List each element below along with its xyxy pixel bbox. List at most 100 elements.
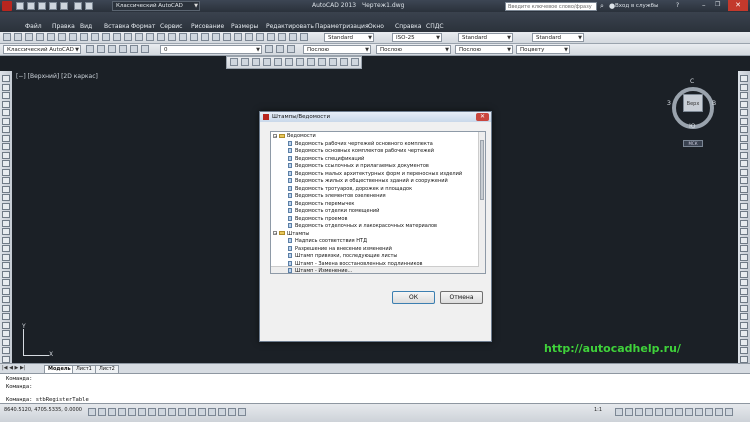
scroll-thumb[interactable] bbox=[480, 140, 484, 200]
standard-tool-icon-14[interactable] bbox=[157, 33, 165, 41]
spds-tool-icon-10[interactable] bbox=[340, 58, 348, 66]
menu-item-5[interactable]: Сервис bbox=[160, 23, 182, 30]
lineweight-combo[interactable]: Послою ▼ bbox=[455, 45, 513, 54]
tree-item[interactable]: Штамп - Изменение... bbox=[288, 268, 352, 273]
standard-tool-icon-13[interactable] bbox=[146, 33, 154, 41]
tree-item[interactable]: Ведомость спецификаций bbox=[288, 155, 364, 163]
status-toggle-icon-0[interactable] bbox=[88, 408, 96, 416]
standard-tool-icon-23[interactable] bbox=[256, 33, 264, 41]
signin-label[interactable]: Вход в службы bbox=[615, 3, 658, 9]
draw-tool-icon-26[interactable] bbox=[2, 296, 10, 303]
modify-tool-icon-3[interactable] bbox=[740, 100, 748, 108]
modify-tool-icon-27[interactable] bbox=[740, 304, 748, 312]
viewport-label[interactable]: [−] [Верхний] [2D каркас] bbox=[16, 73, 98, 80]
draw-tool-icon-20[interactable] bbox=[2, 245, 10, 252]
status-right-icon-4[interactable] bbox=[655, 408, 663, 416]
draw-tool-icon-25[interactable] bbox=[2, 287, 10, 295]
draw-tool-icon-15[interactable] bbox=[2, 202, 10, 210]
draw-tool-icon-13[interactable] bbox=[2, 185, 10, 193]
menu-item-0[interactable]: Файл bbox=[25, 23, 42, 30]
annotation-scale[interactable]: 1:1 bbox=[594, 407, 602, 413]
standard-tool-icon-2[interactable] bbox=[25, 33, 33, 41]
layer-tool-icon-5[interactable] bbox=[141, 45, 149, 53]
layer-extra-tool-icon-1[interactable] bbox=[276, 45, 284, 53]
draw-tool-icon-10[interactable] bbox=[2, 160, 10, 167]
draw-tool-icon-3[interactable] bbox=[2, 100, 10, 108]
spds-tool-icon-4[interactable] bbox=[274, 58, 282, 66]
modify-tool-icon-7[interactable] bbox=[740, 134, 748, 142]
autocad-logo[interactable] bbox=[2, 1, 12, 11]
workspace-combo[interactable]: Классический AutoCAD ▼ bbox=[3, 45, 81, 54]
standard-tool-icon-5[interactable] bbox=[58, 33, 66, 41]
tree-item[interactable]: Надпись соответствия НТД bbox=[288, 238, 367, 245]
standard-tool-icon-27[interactable] bbox=[300, 33, 308, 41]
status-right-icon-8[interactable] bbox=[695, 408, 703, 416]
workspace-switcher[interactable]: Классический AutoCAD ▼ bbox=[112, 1, 200, 11]
draw-tool-icon-14[interactable] bbox=[2, 194, 10, 201]
viewcube-face[interactable]: Верх bbox=[683, 94, 703, 112]
minimize-icon[interactable]: – bbox=[702, 1, 706, 9]
standard-tool-icon-17[interactable] bbox=[190, 33, 198, 41]
spds-tool-icon-11[interactable] bbox=[351, 58, 359, 66]
modify-tool-icon-13[interactable] bbox=[740, 185, 748, 193]
stamps-tree[interactable]: − Ведомости Ведомость рабочих чертежей осн… bbox=[270, 131, 486, 274]
modify-tool-icon-5[interactable] bbox=[740, 117, 748, 125]
spds-tool-icon-2[interactable] bbox=[252, 58, 260, 66]
layer-combo[interactable]: 0 ▼ bbox=[160, 45, 262, 54]
draw-tool-icon-32[interactable] bbox=[2, 347, 10, 354]
open-icon[interactable] bbox=[27, 2, 35, 10]
modify-tool-icon-16[interactable] bbox=[740, 211, 748, 218]
standard-tool-icon-6[interactable] bbox=[69, 33, 77, 41]
modify-tool-icon-23[interactable] bbox=[740, 270, 748, 278]
ok-button[interactable]: ОК bbox=[392, 291, 435, 304]
saveas-icon[interactable] bbox=[49, 2, 57, 10]
tree-item[interactable]: Ведомость элементов озеленения bbox=[288, 193, 386, 200]
tree-item[interactable]: Штамп привязки, последующие листы bbox=[288, 253, 397, 260]
dialog-close-icon[interactable]: ✕ bbox=[476, 113, 489, 121]
compass-east[interactable]: В bbox=[712, 100, 716, 107]
draw-tool-icon-21[interactable] bbox=[2, 253, 10, 261]
spds-tool-icon-6[interactable] bbox=[296, 58, 304, 66]
spds-tool-icon-3[interactable] bbox=[263, 58, 271, 66]
standard-tool-icon-19[interactable] bbox=[212, 33, 220, 41]
redo-icon[interactable] bbox=[85, 2, 93, 10]
standard-tool-icon-21[interactable] bbox=[234, 33, 242, 41]
search-input[interactable]: Введите ключевое слово/фразу bbox=[505, 2, 597, 11]
layer-extra-tool-icon-0[interactable] bbox=[265, 45, 273, 53]
draw-tool-icon-11[interactable] bbox=[2, 168, 10, 176]
status-right-icon-2[interactable] bbox=[635, 408, 643, 416]
draw-tool-icon-22[interactable] bbox=[2, 262, 10, 269]
layer-tool-icon-3[interactable] bbox=[119, 45, 127, 53]
draw-tool-icon-12[interactable] bbox=[2, 177, 10, 184]
draw-tool-icon-23[interactable] bbox=[2, 270, 10, 278]
status-toggle-icon-2[interactable] bbox=[108, 408, 116, 416]
modify-tool-icon-12[interactable] bbox=[740, 177, 748, 184]
standard-tool-icon-0[interactable] bbox=[3, 33, 11, 41]
standard-tool-icon-7[interactable] bbox=[80, 33, 88, 41]
print-icon[interactable] bbox=[60, 2, 68, 10]
draw-tool-icon-33[interactable] bbox=[2, 355, 10, 363]
menu-item-10[interactable]: Окно bbox=[368, 23, 384, 30]
undo-icon[interactable] bbox=[74, 2, 82, 10]
compass-south[interactable]: Ю bbox=[689, 123, 695, 130]
status-right-icon-3[interactable] bbox=[645, 408, 653, 416]
linetype-combo[interactable]: Послою ▼ bbox=[376, 45, 451, 54]
tree-item[interactable]: Ведомость перемычек bbox=[288, 200, 354, 208]
layer-tool-icon-4[interactable] bbox=[130, 45, 138, 53]
modify-tool-icon-1[interactable] bbox=[740, 83, 748, 91]
tree-group-1[interactable]: − Штампы bbox=[273, 231, 309, 238]
standard-tool-icon-4[interactable] bbox=[47, 33, 55, 41]
modify-tool-icon-25[interactable] bbox=[740, 287, 748, 295]
status-toggle-icon-10[interactable] bbox=[188, 408, 196, 416]
modify-tool-icon-11[interactable] bbox=[740, 168, 748, 176]
tree-item[interactable]: Ведомость рабочих чертежей основного ком… bbox=[288, 140, 433, 148]
draw-tool-icon-29[interactable] bbox=[2, 321, 10, 329]
status-toggle-icon-4[interactable] bbox=[128, 408, 136, 416]
modify-tool-icon-0[interactable] bbox=[740, 75, 748, 82]
compass-north[interactable]: С bbox=[690, 78, 694, 85]
cancel-button[interactable]: Отмена bbox=[440, 291, 483, 304]
dialog-titlebar[interactable]: Штампы/Ведомости ✕ bbox=[260, 112, 491, 122]
modify-tool-icon-2[interactable] bbox=[740, 92, 748, 99]
modify-tool-icon-15[interactable] bbox=[740, 202, 748, 210]
menu-item-3[interactable]: Вставка bbox=[104, 23, 129, 30]
